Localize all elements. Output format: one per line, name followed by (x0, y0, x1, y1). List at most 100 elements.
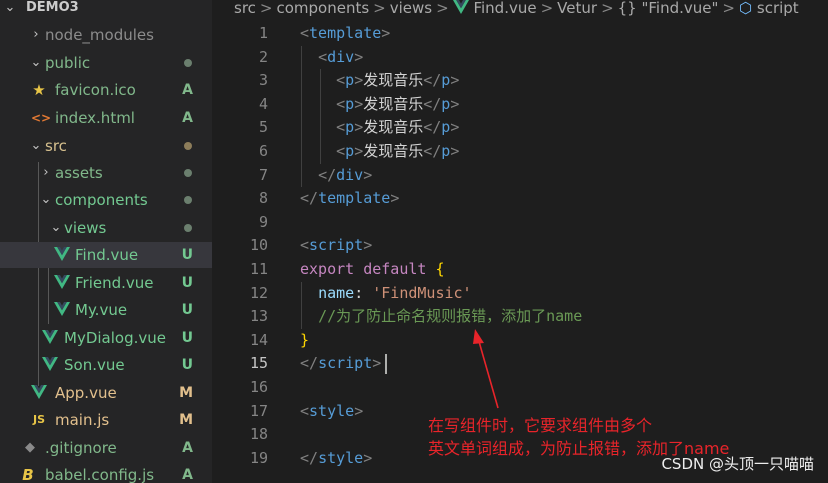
breadcrumb-file[interactable]: Find.vue (473, 0, 536, 17)
git-status-badge: U (181, 275, 193, 291)
tree-item-components[interactable]: ⌄ components (0, 187, 212, 213)
tree-item-label: Find.vue (75, 246, 139, 264)
code-token: < (336, 142, 346, 160)
code-line[interactable]: <p>发现音乐</p> (300, 93, 459, 117)
line-number: 6 (258, 142, 268, 160)
code-token: template (309, 24, 382, 42)
code-token: < (300, 236, 310, 255)
indent-guide (301, 281, 302, 329)
line-number: 13 (249, 307, 268, 326)
code-line[interactable]: </style> (300, 447, 372, 471)
line-number: 4 (258, 94, 268, 113)
code-token: </ (318, 165, 337, 184)
line-number: 3 (258, 71, 268, 90)
code-token: </ (300, 448, 319, 467)
tree-item-label: App.vue (55, 384, 117, 402)
tree-item-app-vue[interactable]: App.vue M (0, 380, 212, 406)
tree-item-views[interactable]: ⌄ views (0, 215, 212, 241)
explorer-root-folder[interactable]: ⌄ DEMO3 (0, 0, 212, 21)
explorer-sidebar: ⌄ DEMO3 › node_modules ⌄ public ★ favico… (0, 0, 212, 483)
code-token: 发现音乐 (363, 94, 424, 113)
code-token: < (336, 71, 346, 90)
line-number: 2 (258, 47, 268, 66)
code-token: </ (300, 354, 319, 373)
tree-item-find-vue[interactable]: Find.vue U (0, 242, 212, 268)
tree-item-mydialog-vue[interactable]: MyDialog.vue U (0, 325, 212, 351)
git-status-dot (184, 169, 192, 177)
tree-item-my-vue[interactable]: My.vue U (0, 297, 212, 323)
breadcrumb-separator: > (259, 0, 273, 17)
code-line[interactable]: </template> (300, 187, 399, 211)
line-number: 7 (258, 165, 268, 184)
git-status-badge: U (181, 357, 193, 373)
chevron-down-icon: ⌄ (40, 192, 52, 207)
tree-item-assets[interactable]: › assets (0, 160, 212, 186)
code-token: script (309, 236, 364, 255)
tree-item-babel-config[interactable]: B babel.config.js A (0, 462, 212, 483)
breadcrumb-vetur[interactable]: Vetur (557, 0, 597, 17)
breadcrumb-src[interactable]: src (234, 0, 256, 17)
breadcrumb-module[interactable]: {} "Find.vue" (618, 0, 719, 17)
tree-item-public[interactable]: ⌄ public (0, 50, 212, 76)
babel-icon: B (22, 466, 34, 483)
code-line[interactable]: <p>发现音乐</p> (300, 69, 459, 93)
code-editor[interactable]: src > components > views > Find.vue > Vetur >{} … (212, 0, 828, 483)
git-status-badge: A (182, 440, 193, 456)
js-icon: JS (32, 413, 45, 426)
code-line[interactable]: export default { (300, 258, 445, 282)
code-token: 发现音乐 (363, 71, 424, 90)
vue-icon (42, 325, 58, 351)
code-line[interactable]: <script> (300, 234, 372, 258)
tree-item-gitignore[interactable]: ◆ .gitignore A (0, 435, 212, 461)
code-token: 发现音乐 (363, 142, 424, 160)
git-status-dot (184, 196, 192, 204)
code-line[interactable]: </script> (300, 352, 381, 376)
code-line[interactable]: <p>发现音乐</p> (300, 140, 459, 164)
code-token: : (354, 283, 373, 302)
tree-item-node-modules[interactable]: › node_modules (0, 22, 212, 48)
tree-item-favicon[interactable]: ★ favicon.ico A (0, 77, 212, 103)
code-token: > (390, 189, 400, 208)
code-line[interactable]: </div> (300, 164, 372, 188)
code-line[interactable]: name: 'FindMusic' (300, 282, 472, 306)
code-token: p (345, 142, 355, 160)
code-line[interactable]: //为了防止命名规则报错，添加了name (300, 305, 582, 329)
breadcrumb-views[interactable]: views (390, 0, 432, 17)
text-cursor (385, 354, 387, 375)
tree-item-label: views (64, 219, 107, 237)
tree-item-label: src (45, 137, 67, 155)
git-status-badge: M (179, 412, 193, 428)
tree-item-friend-vue[interactable]: Friend.vue U (0, 270, 212, 296)
code-token: < (300, 401, 310, 420)
code-line[interactable]: <p>发现音乐</p> (300, 116, 459, 140)
tree-item-index-html[interactable]: <> index.html A (0, 105, 212, 131)
code-line[interactable]: <div> (300, 46, 363, 70)
vue-icon (452, 0, 469, 17)
chevron-down-icon: ⌄ (50, 220, 62, 235)
git-status-badge: A (182, 467, 193, 483)
tree-item-main-js[interactable]: JS main.js M (0, 407, 212, 433)
code-token: </ (423, 94, 442, 113)
code-line[interactable]: <template> (300, 22, 390, 46)
line-number: 17 (249, 401, 268, 420)
code-line[interactable]: } (300, 329, 309, 353)
git-status-badge: U (181, 247, 193, 263)
vue-icon (54, 270, 70, 296)
code-token: default (363, 260, 427, 278)
cube-icon: ⬡ (739, 0, 753, 17)
tree-item-label: babel.config.js (45, 466, 155, 483)
git-status-badge: A (182, 82, 193, 98)
chevron-down-icon: ⌄ (4, 0, 16, 15)
breadcrumb-components[interactable]: components (276, 0, 369, 17)
code-token: p (441, 94, 451, 113)
line-number: 15 (249, 354, 268, 373)
code-token: > (450, 71, 460, 90)
code-line[interactable]: <style> (300, 400, 363, 424)
code-token: p (345, 94, 355, 113)
code-token: < (336, 94, 346, 113)
breadcrumb-script[interactable]: script (757, 0, 799, 17)
tree-item-src[interactable]: ⌄ src (0, 133, 212, 159)
tree-item-son-vue[interactable]: Son.vue U (0, 352, 212, 378)
